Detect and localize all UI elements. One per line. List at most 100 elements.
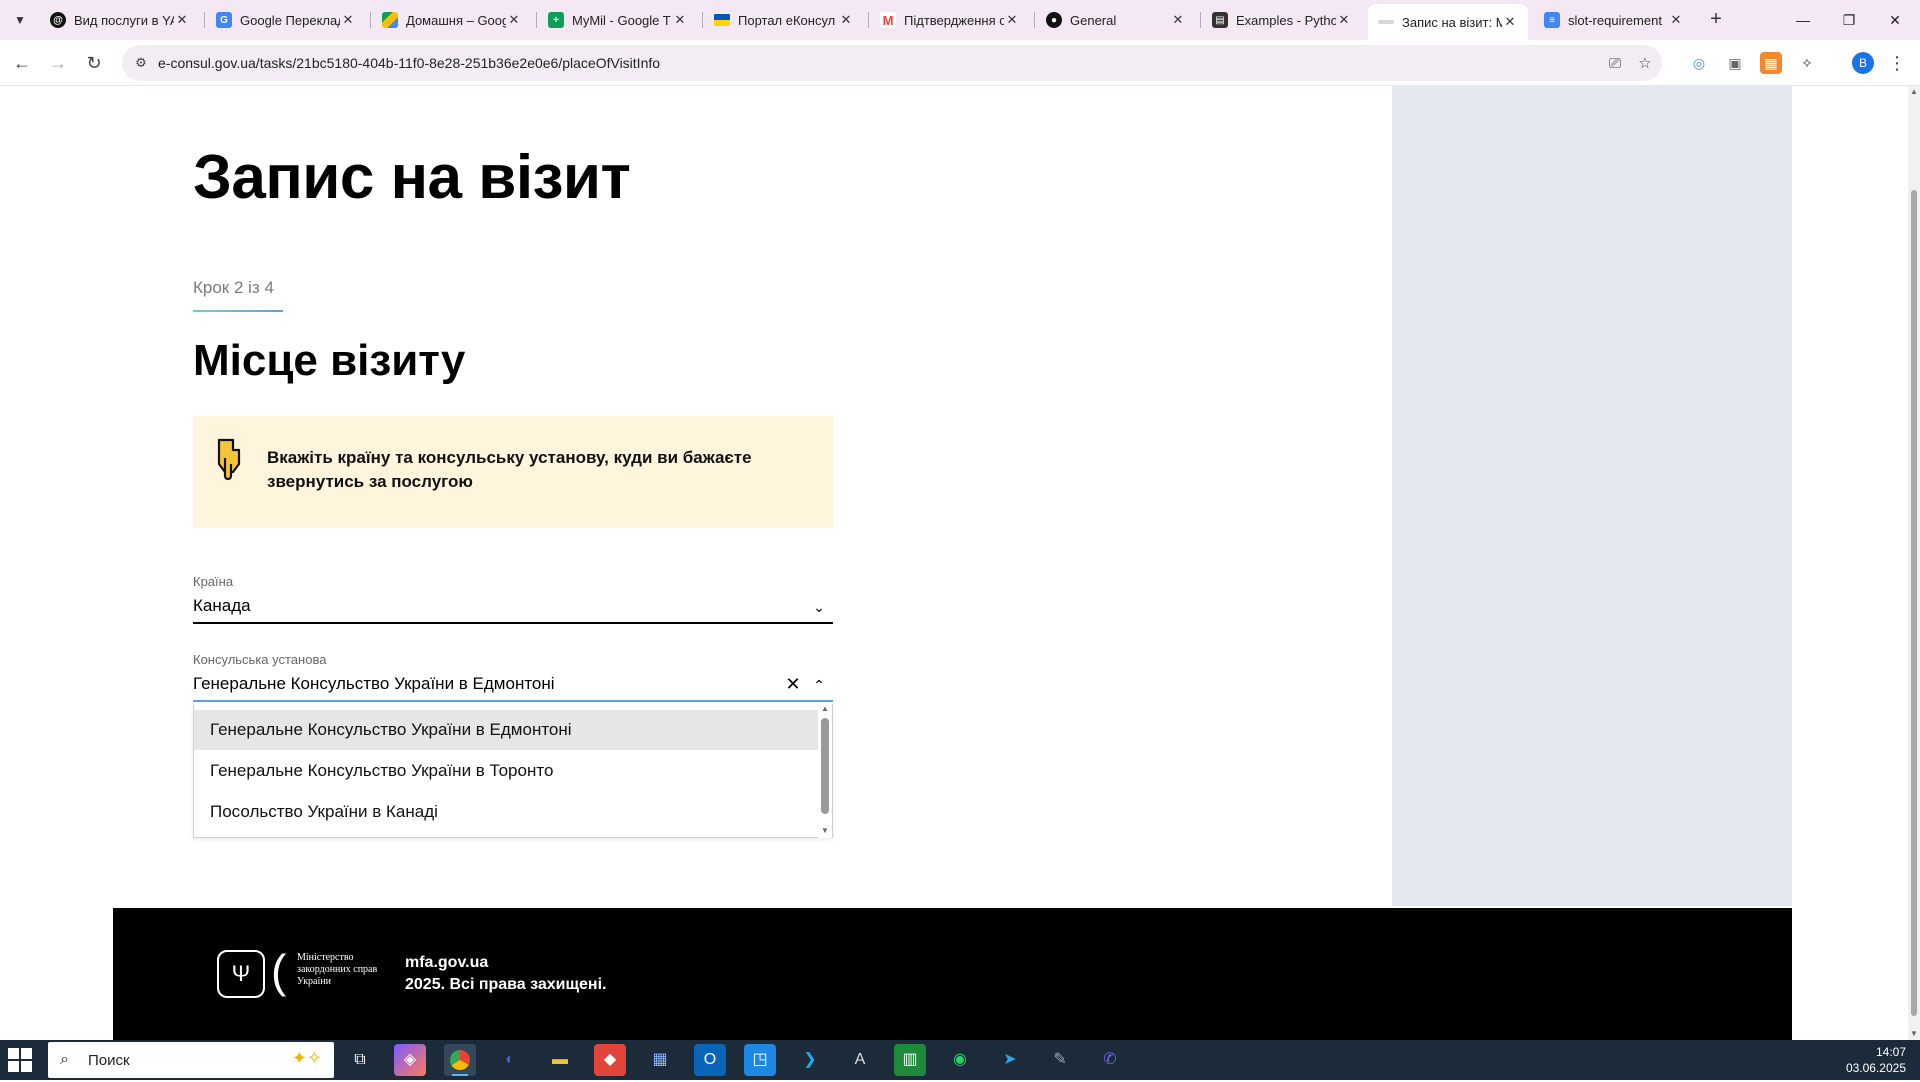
- scroll-up-icon[interactable]: ▲: [820, 704, 830, 714]
- consulate-label: Консульська установа: [193, 652, 327, 667]
- notice-text: Вкажіть країну та консульську установу, …: [267, 448, 752, 491]
- snip-icon[interactable]: ◳: [744, 1044, 776, 1076]
- footer-site-link[interactable]: mfa.gov.ua: [405, 954, 488, 972]
- sparkle-icon: ✦✧: [291, 1048, 322, 1068]
- forward-icon[interactable]: →: [44, 49, 72, 77]
- close-icon[interactable]: ✕: [340, 12, 356, 28]
- whatsapp-icon[interactable]: ◉: [944, 1044, 976, 1076]
- consulate-value[interactable]: Генеральне Консульство України в Едмонто…: [193, 674, 555, 694]
- tab-9[interactable]: ≡ slot-requirement ✕: [1534, 4, 1694, 36]
- clock-date: 03.06.2025: [1845, 1061, 1906, 1075]
- close-icon[interactable]: ✕: [174, 12, 190, 28]
- ministry-name: Міністерство закордонних справ України: [297, 952, 378, 987]
- clear-icon[interactable]: ✕: [783, 674, 803, 694]
- store-icon[interactable]: ▦: [644, 1044, 676, 1076]
- bookmark-star-icon[interactable]: ☆: [1634, 53, 1656, 75]
- gmail-icon: M: [880, 12, 896, 28]
- taskbar-search[interactable]: ⌕ Поиск ✦✧: [48, 1042, 334, 1078]
- reload-icon[interactable]: ↻: [80, 49, 108, 77]
- page-scroll-thumb[interactable]: [1911, 190, 1917, 1016]
- extensions-puzzle-icon[interactable]: ✧: [1796, 52, 1818, 74]
- tab-3[interactable]: + MyMil - Google T ✕: [538, 4, 698, 36]
- tab-separator: [1200, 12, 1201, 28]
- section-title: Місце візиту: [193, 336, 466, 385]
- install-app-icon[interactable]: ⎚: [1604, 53, 1626, 75]
- tab-4[interactable]: Портал еКонсул ✕: [704, 4, 864, 36]
- tab-5[interactable]: M Підтвердження с ✕: [870, 4, 1030, 36]
- restore-icon[interactable]: ❐: [1826, 6, 1872, 34]
- file-explorer-icon[interactable]: ▬: [544, 1044, 576, 1076]
- close-icon[interactable]: ✕: [1502, 14, 1518, 30]
- tool-app-icon[interactable]: ✎: [1044, 1044, 1076, 1076]
- back-icon[interactable]: ←: [8, 49, 36, 77]
- address-bar[interactable]: ⚙ e-consul.gov.ua/tasks/21bc5180-404b-11…: [122, 45, 1662, 81]
- drive-icon: [382, 12, 398, 28]
- dropdown-option[interactable]: Генеральне Консульство України в Едмонто…: [194, 710, 818, 750]
- tab-search-icon[interactable]: ▼: [8, 8, 32, 32]
- tab-0[interactable]: @ Вид послуги в YA ✕: [40, 4, 200, 36]
- country-select[interactable]: Канада ⌄: [193, 594, 833, 624]
- minimize-icon[interactable]: —: [1780, 6, 1826, 34]
- telegram-icon[interactable]: ➤: [994, 1044, 1026, 1076]
- task-view-icon[interactable]: ⧉: [344, 1044, 376, 1076]
- profile-avatar[interactable]: B: [1852, 52, 1874, 74]
- dropdown-scrollbar[interactable]: ▲ ▼: [818, 704, 832, 838]
- tab-separator: [868, 12, 869, 28]
- windows-start-icon[interactable]: [8, 1048, 32, 1072]
- tab-separator: [204, 12, 205, 28]
- close-icon[interactable]: ✕: [672, 12, 688, 28]
- tab-2[interactable]: Домашня – Goog ✕: [372, 4, 532, 36]
- chevron-down-icon[interactable]: ⌄: [809, 597, 829, 617]
- tab-7[interactable]: ▤ Examples - Pytho ✕: [1202, 4, 1362, 36]
- outlook-icon[interactable]: O: [694, 1044, 726, 1076]
- country-label: Країна: [193, 574, 234, 589]
- dropdown-scroll-thumb[interactable]: [821, 718, 829, 814]
- site-info-icon[interactable]: ⚙: [132, 54, 150, 72]
- close-icon[interactable]: ✕: [1336, 12, 1352, 28]
- translator-app-icon[interactable]: A: [844, 1044, 876, 1076]
- sheets-app-icon[interactable]: ▥: [894, 1044, 926, 1076]
- scroll-down-icon[interactable]: ▼: [820, 826, 830, 836]
- anydesk-icon[interactable]: ◆: [594, 1044, 626, 1076]
- new-tab-button[interactable]: +: [1704, 8, 1728, 32]
- logo-bracket: (: [271, 945, 287, 997]
- country-value: Канада: [193, 596, 251, 615]
- tab-separator: [536, 12, 537, 28]
- pointing-hand-icon: [217, 438, 241, 480]
- chrome-icon[interactable]: [444, 1044, 476, 1076]
- trident-logo-icon: Ψ: [217, 950, 265, 998]
- sheets-icon: +: [548, 12, 564, 28]
- extension-circle-icon[interactable]: ◎: [1688, 52, 1710, 74]
- close-icon[interactable]: ✕: [1170, 12, 1186, 28]
- copilot-icon[interactable]: ◈: [394, 1044, 426, 1076]
- page-scrollbar[interactable]: ▲ ▼: [1908, 86, 1920, 1040]
- close-icon[interactable]: ✕: [1668, 12, 1684, 28]
- tab-6[interactable]: ● General ✕: [1036, 4, 1196, 36]
- tab-separator: [702, 12, 703, 28]
- footer: Ψ ( Міністерство закордонних справ Украї…: [113, 908, 1792, 1040]
- consulate-select[interactable]: Генеральне Консульство України в Едмонто…: [193, 672, 833, 702]
- browser-toolbar: ← → ↻ ⚙ e-consul.gov.ua/tasks/21bc5180-4…: [0, 40, 1920, 86]
- scroll-up-icon[interactable]: ▲: [1908, 86, 1920, 98]
- extension-media-icon[interactable]: ▣: [1724, 52, 1746, 74]
- tab-8-active[interactable]: Запис на візит: М ✕: [1368, 4, 1528, 40]
- close-icon[interactable]: ✕: [1004, 12, 1020, 28]
- extension-orange-icon[interactable]: ▦: [1760, 52, 1782, 74]
- tab-1[interactable]: G Google Перекладач ✕: [206, 4, 366, 36]
- dropdown-option[interactable]: Посольство України в Канаді: [194, 792, 818, 832]
- scroll-down-icon[interactable]: ▼: [1908, 1028, 1920, 1040]
- chevron-up-icon[interactable]: ⌃: [809, 675, 829, 695]
- econsul-icon: [1378, 20, 1394, 24]
- dropdown-option[interactable]: Генеральне Консульство України в Торонто: [194, 751, 818, 791]
- edge-icon[interactable]: ◐: [494, 1044, 526, 1076]
- menu-kebab-icon[interactable]: ⋮: [1886, 52, 1908, 74]
- viber-icon[interactable]: ✆: [1094, 1044, 1126, 1076]
- close-icon[interactable]: ✕: [838, 12, 854, 28]
- url-text[interactable]: e-consul.gov.ua/tasks/21bc5180-404b-11f0…: [158, 55, 660, 71]
- window-close-icon[interactable]: ✕: [1872, 6, 1918, 34]
- close-icon[interactable]: ✕: [506, 12, 522, 28]
- step-indicator: Крок 2 із 4: [193, 278, 274, 297]
- clock[interactable]: 14:07 03.06.2025: [1846, 1044, 1906, 1076]
- vscode-icon[interactable]: ❯: [794, 1044, 826, 1076]
- github-icon: ●: [1046, 12, 1062, 28]
